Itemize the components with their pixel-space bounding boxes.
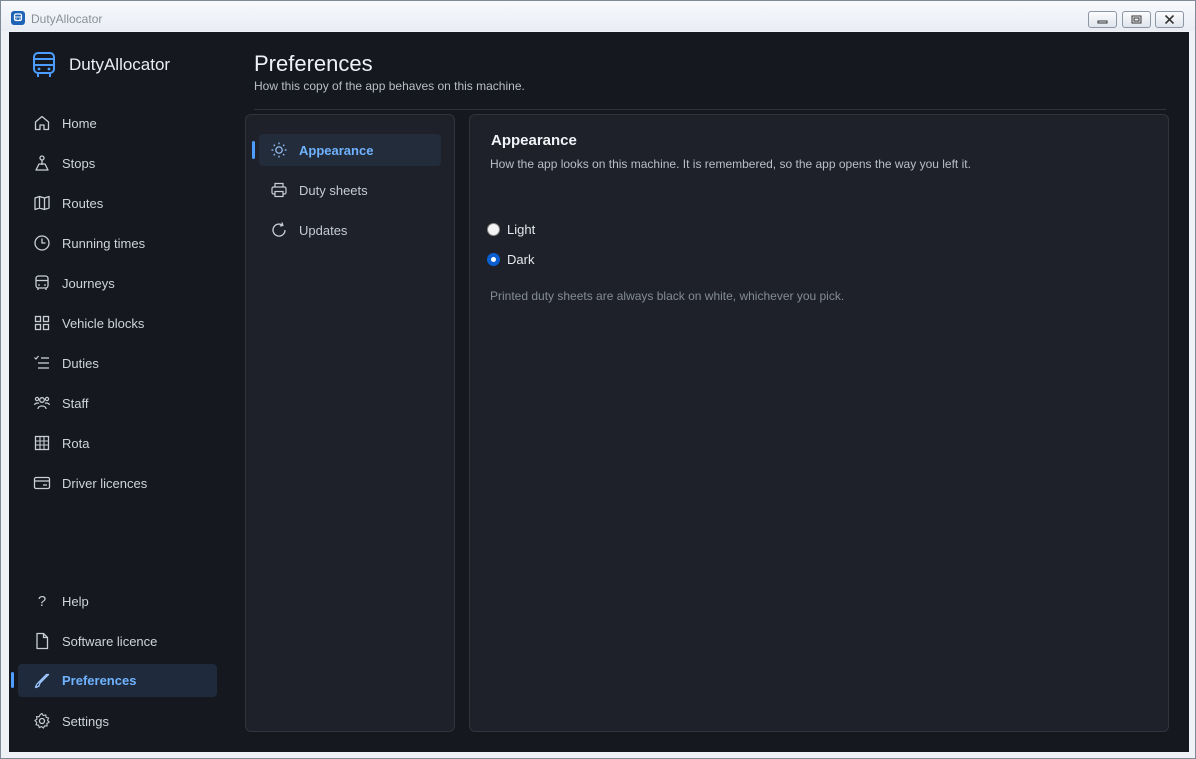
page-title: Preferences bbox=[254, 51, 373, 76]
app-window: DutyAllocator DutyAllocator Home Stops R… bbox=[0, 0, 1196, 759]
close-button[interactable] bbox=[1155, 11, 1184, 28]
theme-option-dark[interactable]: Dark bbox=[487, 249, 534, 269]
preferences-subnav: Appearance Duty sheets Updates bbox=[245, 114, 455, 732]
brand: DutyAllocator bbox=[31, 50, 170, 80]
app-logo-icon bbox=[11, 11, 25, 25]
window-title: DutyAllocator bbox=[31, 12, 103, 26]
subnav-item-label: Appearance bbox=[299, 142, 374, 158]
subnav-item-updates[interactable]: Updates bbox=[259, 214, 441, 246]
maximize-icon bbox=[1131, 15, 1142, 24]
minimize-icon bbox=[1097, 20, 1108, 23]
document-icon bbox=[32, 631, 52, 651]
sidebar-item-label: Stops bbox=[62, 155, 96, 171]
question-icon: ? bbox=[37, 592, 47, 610]
table-icon bbox=[32, 433, 52, 453]
sidebar-item-label: Journeys bbox=[62, 275, 115, 291]
title-bar[interactable]: DutyAllocator bbox=[1, 1, 1195, 31]
refresh-icon bbox=[269, 220, 289, 240]
subnav-item-label: Duty sheets bbox=[299, 182, 368, 198]
card-icon bbox=[32, 473, 52, 493]
home-icon bbox=[32, 113, 52, 133]
sidebar-item-home[interactable]: Home bbox=[18, 107, 217, 139]
sidebar-item-help[interactable]: ? Help bbox=[18, 585, 217, 617]
light-label: Light bbox=[507, 221, 536, 237]
sidebar-item-routes[interactable]: Routes bbox=[18, 187, 217, 219]
sidebar-item-preferences[interactable]: Preferences bbox=[11, 664, 217, 697]
print-note: Printed duty sheets are always black on … bbox=[490, 289, 845, 303]
printer-icon bbox=[269, 180, 289, 200]
subnav-item-appearance[interactable]: Appearance bbox=[252, 134, 441, 166]
subnav-item-duty-sheets[interactable]: Duty sheets bbox=[259, 174, 441, 206]
section-description: How the app looks on this machine. It is… bbox=[490, 157, 971, 171]
sidebar: DutyAllocator Home Stops Routes Running … bbox=[9, 32, 233, 752]
sidebar-item-label: Running times bbox=[62, 235, 146, 251]
bus-icon bbox=[32, 273, 52, 293]
sidebar-item-vehicle-blocks[interactable]: Vehicle blocks bbox=[18, 307, 217, 339]
sidebar-item-label: Rota bbox=[62, 435, 90, 451]
sidebar-item-software-licence[interactable]: Software licence bbox=[18, 625, 217, 657]
map-icon bbox=[32, 193, 52, 213]
bus-logo-icon bbox=[33, 52, 55, 77]
sidebar-item-running-times[interactable]: Running times bbox=[18, 227, 217, 259]
brush-icon bbox=[32, 671, 52, 691]
sidebar-item-label: Preferences bbox=[62, 673, 137, 688]
sidebar-item-rota[interactable]: Rota bbox=[18, 427, 217, 459]
sidebar-item-label: Settings bbox=[62, 713, 109, 729]
brand-name: DutyAllocator bbox=[69, 55, 171, 74]
page-subtitle: How this copy of the app behaves on this… bbox=[254, 79, 525, 93]
header-divider bbox=[254, 109, 1166, 110]
sun-icon bbox=[269, 140, 289, 160]
sidebar-item-label: Duties bbox=[62, 355, 99, 371]
section-title: Appearance bbox=[491, 132, 577, 149]
minimize-button[interactable] bbox=[1088, 11, 1117, 28]
sidebar-item-duties[interactable]: Duties bbox=[18, 347, 217, 379]
stop-icon bbox=[32, 153, 52, 173]
sidebar-item-label: Vehicle blocks bbox=[62, 315, 145, 331]
sidebar-item-label: Home bbox=[62, 115, 97, 131]
appearance-panel: Appearance How the app looks on this mac… bbox=[469, 114, 1169, 732]
maximize-button[interactable] bbox=[1122, 11, 1151, 28]
sidebar-item-label: Software licence bbox=[62, 633, 158, 649]
sidebar-item-settings[interactable]: Settings bbox=[18, 705, 217, 737]
sidebar-item-label: Routes bbox=[62, 195, 104, 211]
clock-icon bbox=[32, 233, 52, 253]
theme-option-light[interactable]: Light bbox=[487, 219, 535, 239]
sidebar-item-driver-licences[interactable]: Driver licences bbox=[18, 467, 217, 499]
sidebar-item-label: Staff bbox=[62, 395, 89, 411]
gear-icon bbox=[32, 711, 52, 731]
dark-label: Dark bbox=[507, 251, 535, 267]
dark-radio[interactable] bbox=[487, 252, 500, 266]
sidebar-item-staff[interactable]: Staff bbox=[18, 387, 217, 419]
subnav-item-label: Updates bbox=[299, 222, 348, 238]
people-icon bbox=[32, 393, 52, 413]
light-radio[interactable] bbox=[487, 222, 500, 236]
sidebar-item-label: Driver licences bbox=[62, 475, 148, 491]
close-icon bbox=[1164, 15, 1175, 24]
grid-icon bbox=[32, 313, 52, 333]
sidebar-item-journeys[interactable]: Journeys bbox=[18, 267, 217, 299]
sidebar-item-stops[interactable]: Stops bbox=[18, 147, 217, 179]
app-client-area: DutyAllocator Home Stops Routes Running … bbox=[9, 32, 1189, 752]
checklist-icon bbox=[32, 353, 52, 373]
sidebar-item-label: Help bbox=[62, 593, 89, 609]
